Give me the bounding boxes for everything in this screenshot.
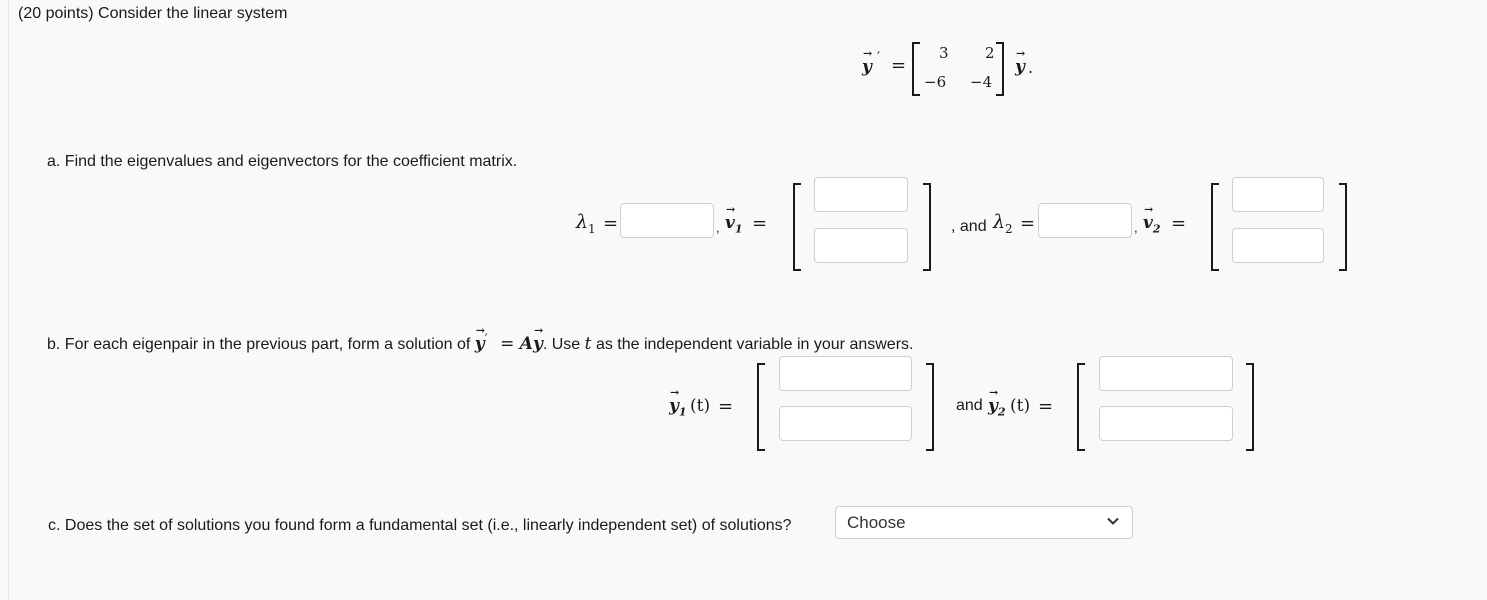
y2-component-1-input[interactable] bbox=[1099, 356, 1233, 391]
lambda2-label: λ2 bbox=[993, 211, 1013, 236]
equals-sign: = bbox=[891, 55, 907, 76]
select-value: Choose bbox=[847, 513, 906, 532]
matrix-cell: 2 bbox=[985, 44, 995, 62]
v1-component-1-input[interactable] bbox=[814, 177, 908, 212]
y2-left-bracket bbox=[1077, 363, 1085, 451]
y2-right-bracket bbox=[1246, 363, 1254, 451]
t-argument: (t) bbox=[690, 396, 711, 416]
matrix-right-bracket bbox=[996, 42, 1004, 96]
y2-label: y2 bbox=[988, 386, 1006, 418]
v1-left-bracket bbox=[793, 183, 801, 271]
y-vector-rhs: y bbox=[1015, 47, 1025, 77]
equals-sign: = bbox=[752, 213, 768, 234]
y2-component-2-input[interactable] bbox=[1099, 406, 1233, 441]
lambda1-input[interactable] bbox=[620, 203, 714, 238]
comma: , bbox=[1134, 220, 1138, 235]
prompt-text: as the independent variable in your answ… bbox=[595, 336, 914, 353]
v2-label: v2 bbox=[1143, 203, 1161, 235]
and-text: and bbox=[956, 397, 983, 414]
equals-sign: = bbox=[1171, 213, 1187, 234]
equals-sign: = bbox=[718, 396, 734, 417]
part-b-prompt: b. For each eigenpair in the previous pa… bbox=[47, 324, 914, 354]
v2-component-2-input[interactable] bbox=[1232, 228, 1324, 263]
v1-right-bracket bbox=[923, 183, 931, 271]
t-argument: (t) bbox=[1010, 396, 1031, 416]
matrix-cell: 3 bbox=[939, 44, 949, 62]
matrix-cell: −4 bbox=[970, 73, 993, 91]
t-variable: t bbox=[584, 334, 592, 354]
lambda2-input[interactable] bbox=[1038, 203, 1132, 238]
matrix-cell: −6 bbox=[924, 73, 947, 91]
y-prime-symbol: y bbox=[475, 324, 485, 354]
y1-component-1-input[interactable] bbox=[779, 356, 912, 391]
equals-sign: = bbox=[1020, 213, 1036, 234]
and-text: , and bbox=[951, 218, 987, 235]
equals-sign: = bbox=[1038, 396, 1054, 417]
prime-mark: ′ bbox=[877, 50, 881, 66]
prompt-text: b. For each eigenpair in the previous pa… bbox=[47, 336, 471, 353]
question-header: (20 points) Consider the linear system bbox=[18, 5, 288, 22]
y1-label: y1 bbox=[669, 386, 687, 418]
prime-mark: ′ bbox=[484, 332, 488, 347]
y1-left-bracket bbox=[757, 363, 765, 451]
fundamental-set-select[interactable]: Choose bbox=[835, 506, 1133, 539]
chevron-down-icon bbox=[1107, 517, 1119, 525]
comma: , bbox=[716, 220, 720, 235]
prompt-text: . Use bbox=[542, 336, 581, 353]
matrix-left-bracket bbox=[912, 42, 920, 96]
v2-right-bracket bbox=[1339, 183, 1347, 271]
y1-component-2-input[interactable] bbox=[779, 406, 912, 441]
content-left-border bbox=[8, 0, 9, 600]
v2-left-bracket bbox=[1211, 183, 1219, 271]
period: . bbox=[1028, 58, 1034, 77]
part-c-prompt: c. Does the set of solutions you found f… bbox=[48, 517, 792, 534]
v2-component-1-input[interactable] bbox=[1232, 177, 1324, 212]
lambda1-label: λ1 bbox=[576, 211, 596, 236]
v1-component-2-input[interactable] bbox=[814, 228, 908, 263]
part-a-prompt: a. Find the eigenvalues and eigenvectors… bbox=[47, 153, 518, 170]
y-vector-lhs: y bbox=[862, 47, 872, 77]
matrix-A-symbol: A bbox=[519, 334, 533, 354]
y1-right-bracket bbox=[926, 363, 934, 451]
equals-sign: = bbox=[500, 334, 520, 354]
equals-sign: = bbox=[603, 213, 619, 234]
y-vector-symbol: y bbox=[533, 324, 543, 354]
v1-label: v1 bbox=[725, 203, 743, 235]
